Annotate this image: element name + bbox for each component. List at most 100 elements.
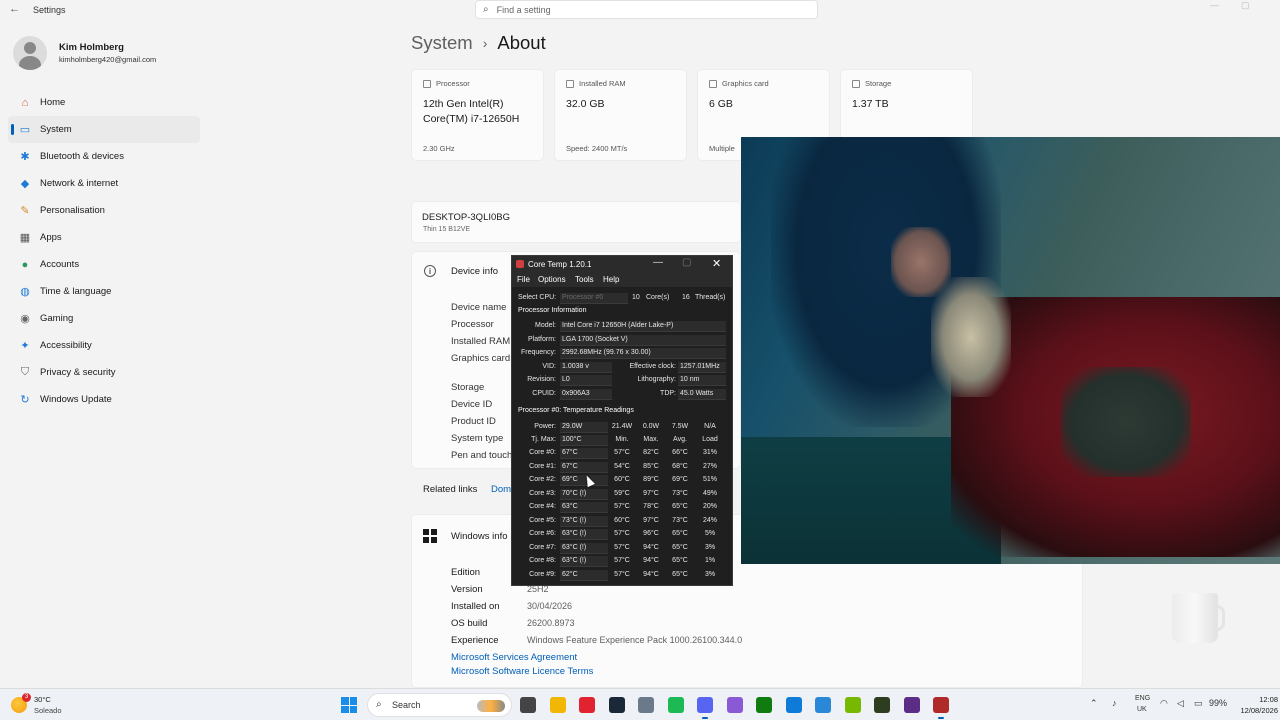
- core-label: Core #5:: [529, 516, 556, 524]
- os-build-label: OS build: [451, 618, 488, 629]
- system-icon: ▭: [19, 124, 31, 136]
- sidebar-item-home[interactable]: ⌂ Home: [8, 89, 200, 116]
- coretemp-window[interactable]: Core Temp 1.20.1 — ▢ ✕ File Options Tool…: [511, 255, 733, 586]
- core-load: 3%: [704, 570, 716, 578]
- core-max: 97°C: [643, 516, 659, 524]
- user-profile[interactable]: Kim Holmberg kimholmberg420@gmail.com: [13, 36, 156, 70]
- sidebar-item-label: Bluetooth & devices: [40, 151, 124, 162]
- folder-icon[interactable]: [549, 697, 566, 713]
- tdp-label: TDP:: [660, 390, 676, 397]
- sidebar-item-apps[interactable]: ▦ Apps: [8, 224, 200, 251]
- storage-icon: [852, 79, 860, 88]
- chevron-up-icon[interactable]: ⌃: [1090, 698, 1098, 709]
- obs-icon[interactable]: [903, 697, 920, 713]
- coretemp-titlebar[interactable]: Core Temp 1.20.1 — ▢ ✕: [512, 256, 732, 273]
- cpu-select-value: Processor #0: [562, 294, 604, 301]
- threads-label: Thread(s): [695, 294, 726, 301]
- effective-clock-label: Effective clock:: [629, 363, 676, 370]
- sidebar-item-gaming[interactable]: ◉ Gaming: [8, 305, 200, 332]
- clock[interactable]: 12:08 12/08/2026: [1240, 694, 1278, 716]
- weather-desc: Soleado: [34, 706, 62, 715]
- core-load: 31%: [702, 449, 717, 456]
- battery-icon[interactable]: ▭: [1194, 698, 1203, 709]
- model-label: Model:: [534, 322, 556, 329]
- sidebar-item-label: Personalisation: [40, 205, 105, 216]
- microphone-icon[interactable]: ♪: [1112, 698, 1117, 708]
- settings-icon[interactable]: [638, 697, 654, 713]
- start-button[interactable]: [341, 697, 357, 713]
- cpuid-value: 0x906A3: [562, 390, 590, 397]
- info-icon: i: [424, 265, 436, 277]
- lang-bottom[interactable]: UK: [1137, 706, 1147, 713]
- opera-icon[interactable]: [579, 697, 595, 713]
- taskbar: 3 30°C Soleado ⌕ Search ⌃ ENG UK ♪ ◠ ◁ ▭…: [0, 688, 1280, 720]
- sidebar-item-windows-update[interactable]: ↻ Windows Update: [8, 386, 200, 413]
- minimize-icon[interactable]: —: [1210, 0, 1219, 10]
- sidebar-item-network-internet[interactable]: ◆ Network & internet: [8, 170, 200, 197]
- avatar: [13, 36, 47, 70]
- close-icon[interactable]: ✕: [712, 257, 721, 270]
- breadcrumb-parent[interactable]: System: [411, 32, 473, 54]
- xbox-icon[interactable]: [756, 697, 772, 713]
- maximize-icon[interactable]: ▢: [1241, 0, 1250, 11]
- back-icon[interactable]: ←: [9, 3, 20, 15]
- nvidia-icon[interactable]: [844, 697, 861, 713]
- globe-icon: ◍: [20, 286, 30, 298]
- core-max: 94°C: [643, 570, 659, 578]
- search-box[interactable]: ⌕ Find a setting: [475, 0, 818, 19]
- frequency-label: Frequency:: [520, 349, 556, 356]
- edge-icon[interactable]: [785, 697, 802, 713]
- wifi-icon[interactable]: ◠: [1160, 698, 1168, 709]
- sidebar-item-personalisation[interactable]: ✎ Personalisation: [8, 197, 200, 224]
- select-cpu-label: Select CPU:: [518, 294, 557, 301]
- sidebar-item-time-language[interactable]: ◍ Time & language: [8, 278, 200, 305]
- spotify-icon[interactable]: [667, 697, 684, 713]
- volume-icon[interactable]: ◁: [1177, 698, 1184, 709]
- core-label: Core #4:: [529, 503, 556, 510]
- snip-icon[interactable]: [726, 697, 743, 713]
- core-min: 57°C: [614, 557, 630, 564]
- taskbar-search[interactable]: ⌕ Search: [367, 693, 512, 717]
- platform-value: LGA 1700 (Socket V): [562, 336, 628, 343]
- menu-options[interactable]: Options: [538, 275, 566, 284]
- minimize-icon[interactable]: —: [653, 257, 663, 268]
- menu-help[interactable]: Help: [603, 275, 619, 284]
- header-max: Max.: [643, 436, 659, 443]
- card-sub: Multiple: [709, 144, 735, 153]
- core-avg: 68°C: [672, 462, 688, 470]
- coretemp-icon[interactable]: [933, 697, 949, 719]
- core-avg: 69°C: [672, 476, 688, 483]
- steam-icon[interactable]: [608, 697, 625, 713]
- coretemp-menubar: File Options Tools Help: [512, 273, 732, 287]
- core-max: 89°C: [643, 476, 659, 483]
- header-avg: Avg.: [673, 436, 687, 443]
- core-temp: 69°C: [562, 476, 578, 483]
- terminal-icon[interactable]: [874, 697, 890, 713]
- maximize-icon[interactable]: ▢: [682, 257, 691, 268]
- sidebar-item-accounts[interactable]: ● Accounts: [8, 251, 200, 278]
- search-input[interactable]: Find a setting: [497, 5, 551, 15]
- sidebar-item-system[interactable]: ▭ System: [8, 116, 200, 143]
- os-build-value: 26200.8973: [527, 618, 575, 628]
- lang-top[interactable]: ENG: [1135, 695, 1150, 702]
- menu-tools[interactable]: Tools: [575, 275, 594, 284]
- sidebar-item-label: Windows Update: [40, 394, 112, 405]
- file-manager-icon[interactable]: [520, 697, 536, 713]
- sidebar-item-privacy-security[interactable]: ⛉ Privacy & security: [8, 359, 200, 386]
- windows-logo-icon: [423, 529, 437, 543]
- photos-icon[interactable]: [815, 697, 831, 713]
- gaming-icon: ◉: [20, 313, 30, 325]
- core-label: Core #9:: [529, 570, 556, 578]
- brush-icon: ✎: [20, 205, 30, 217]
- menu-file[interactable]: File: [517, 275, 530, 284]
- discord-icon[interactable]: [697, 697, 713, 719]
- sidebar-item-label: Gaming: [40, 313, 74, 324]
- spec-system-type: System type: [451, 433, 504, 444]
- sidebar-item-accessibility[interactable]: ✦ Accessibility: [8, 332, 200, 359]
- sidebar-item-bluetooth-devices[interactable]: ✱ Bluetooth & devices: [8, 143, 200, 170]
- related-link-domain[interactable]: Dom: [491, 484, 511, 495]
- services-agreement-link[interactable]: Microsoft Services Agreement: [451, 652, 577, 663]
- core-min: 57°C: [614, 543, 630, 551]
- cores-label: Core(s): [646, 294, 670, 301]
- licence-terms-link[interactable]: Microsoft Software Licence Terms: [451, 666, 593, 677]
